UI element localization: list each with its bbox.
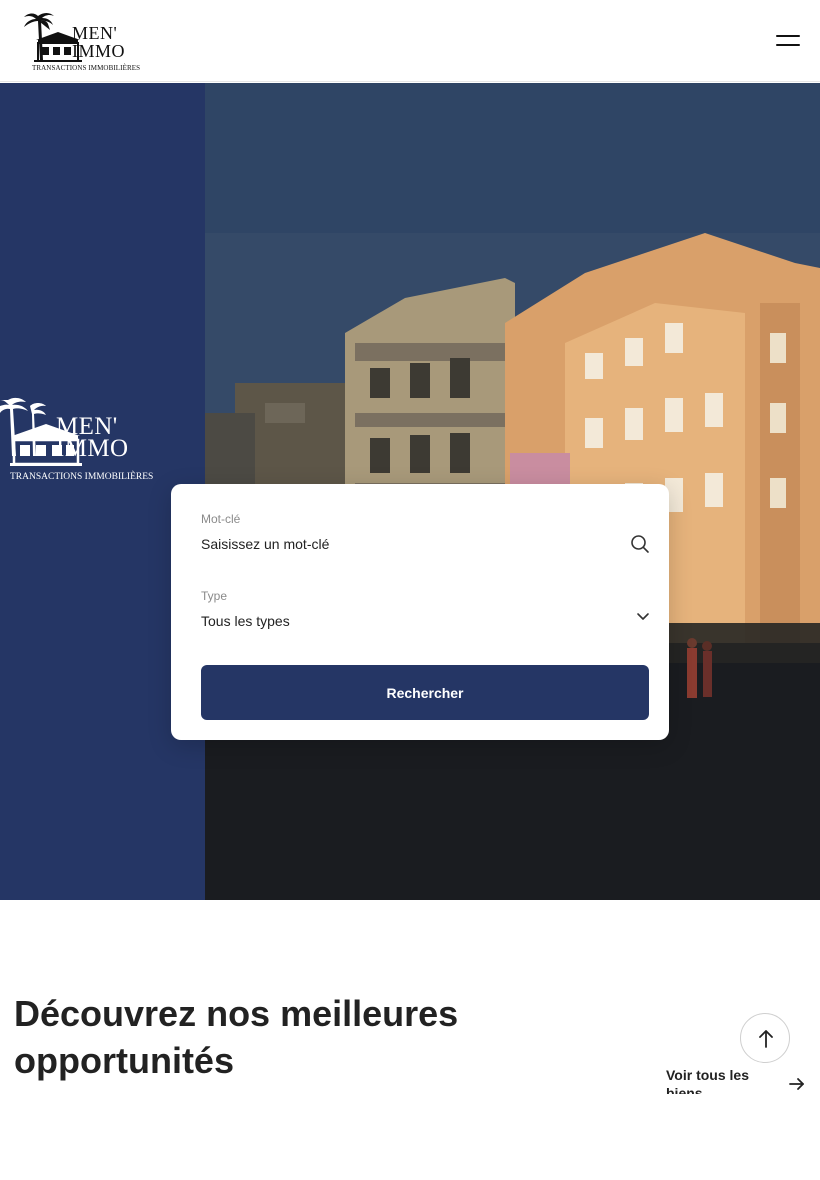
search-submit-button[interactable]: Rechercher [201,665,649,720]
see-all-properties-link[interactable]: Voir tous les biens [666,1066,766,1094]
keyword-label: Mot-clé [201,512,241,526]
hero-logo-wordmark: MEN' IMMO [56,413,129,462]
type-select[interactable]: Tous les types [201,613,290,629]
menu-icon[interactable] [776,33,800,49]
logo-tagline: TRANSACTIONS IMMOBILIÈRES [32,64,141,72]
hero-logo: MEN' IMMO TRANSACTIONS IMMOBILIÈRES [0,396,170,488]
menu-icon-bar [776,35,800,37]
type-label: Type [201,589,228,603]
keyword-input[interactable]: Saisissez un mot-clé [201,536,329,552]
chevron-down-icon[interactable] [635,612,651,622]
section-title: Découvrez nos meilleures opportunités [14,993,459,1081]
logo-wordmark: MEN' IMMO [72,23,126,61]
site-header: MEN' IMMO TRANSACTIONS IMMOBILIÈRES [0,0,820,82]
hero-logo-tagline: TRANSACTIONS IMMOBILIÈRES [10,472,154,482]
scroll-to-top-button[interactable] [740,1013,790,1063]
search-icon[interactable] [630,534,650,554]
arrow-up-icon [759,1030,773,1048]
arrow-right-icon[interactable] [789,1077,805,1091]
search-card: Mot-clé Saisissez un mot-clé Type Tous l… [171,484,669,740]
menu-icon-bar [776,44,800,46]
site-logo[interactable]: MEN' IMMO TRANSACTIONS IMMOBILIÈRES [22,10,146,74]
